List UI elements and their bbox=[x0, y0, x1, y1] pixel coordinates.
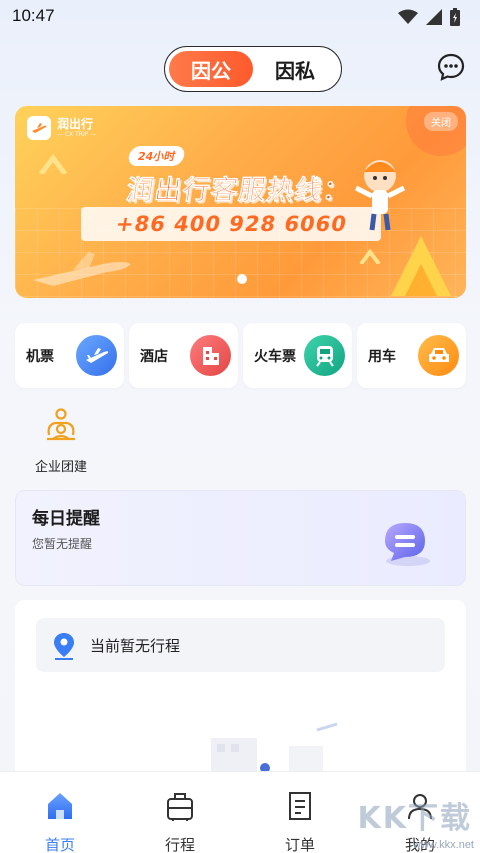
team-build-label: 企业团建 bbox=[34, 460, 87, 475]
nav-label: 订单 bbox=[284, 836, 315, 853]
watermark-logo: KK下载 bbox=[357, 801, 472, 836]
car-icon bbox=[418, 335, 459, 376]
chat-bubble-icon bbox=[385, 523, 430, 566]
luggage-icon bbox=[167, 793, 193, 821]
team-build-entry[interactable]: 企业团建 bbox=[28, 405, 94, 475]
mode-business-button[interactable]: 因公 bbox=[169, 51, 253, 87]
triangle-decoration bbox=[391, 236, 451, 296]
brand-plane-icon bbox=[27, 116, 51, 140]
home-icon bbox=[48, 793, 72, 819]
carousel-indicator[interactable] bbox=[237, 274, 247, 284]
no-trip-text: 当前暂无行程 bbox=[90, 637, 181, 655]
watermark-url: www.kkx.net bbox=[412, 839, 474, 851]
service-label: 火车票 bbox=[254, 349, 296, 365]
mode-personal-button[interactable]: 因私 bbox=[253, 51, 337, 87]
hotline-banner[interactable]: 润出行 — CX TRIP — 关闭 24小时 润出行客服热线： +86 400… bbox=[15, 106, 466, 298]
service-label: 机票 bbox=[26, 349, 54, 365]
brand-name: 润出行 bbox=[57, 117, 94, 131]
status-icons bbox=[398, 8, 460, 26]
mode-toggle[interactable]: 因公 因私 bbox=[164, 46, 342, 92]
hours-badge: 24小时 bbox=[126, 146, 187, 166]
battery-icon bbox=[450, 8, 460, 26]
mascot-icon bbox=[354, 160, 406, 231]
chevron-decoration-2 bbox=[359, 248, 381, 264]
service-train[interactable]: 火车票 bbox=[243, 323, 352, 388]
location-pin-icon bbox=[54, 633, 74, 660]
service-label: 酒店 bbox=[140, 349, 168, 365]
service-label: 用车 bbox=[368, 349, 396, 365]
nav-home[interactable]: 首页 bbox=[20, 790, 100, 853]
hotline-number: +86 400 928 6060 bbox=[113, 212, 349, 236]
reminder-text: 您暂无提醒 bbox=[32, 537, 93, 551]
daily-reminder-card[interactable]: 每日提醒 您暂无提醒 bbox=[15, 490, 466, 586]
reminder-title: 每日提醒 bbox=[32, 509, 100, 529]
brand-logo: 润出行 — CX TRIP — bbox=[27, 116, 96, 140]
status-time: 10:47 bbox=[12, 6, 55, 25]
trip-card: 当前暂无行程 bbox=[15, 600, 466, 800]
current-trip-row[interactable]: 当前暂无行程 bbox=[36, 618, 445, 672]
signal-icon bbox=[426, 9, 442, 25]
train-icon bbox=[304, 335, 345, 376]
nav-label: 首页 bbox=[44, 836, 75, 853]
wifi-icon bbox=[398, 9, 418, 24]
service-hotel[interactable]: 酒店 bbox=[129, 323, 238, 388]
team-icon bbox=[47, 408, 75, 441]
nav-trips[interactable]: 行程 bbox=[140, 790, 220, 853]
nav-label: 行程 bbox=[164, 836, 195, 853]
chat-icon[interactable] bbox=[436, 52, 466, 82]
document-icon bbox=[289, 792, 311, 820]
nav-orders[interactable]: 订单 bbox=[260, 790, 340, 853]
hotline-number-box: +86 400 928 6060 bbox=[81, 207, 381, 241]
hotline-title: 润出行客服热线： bbox=[124, 175, 353, 207]
plane-decoration-icon bbox=[33, 252, 131, 286]
service-car[interactable]: 用车 bbox=[357, 323, 466, 388]
airplane-icon bbox=[76, 335, 117, 376]
service-flight[interactable]: 机票 bbox=[15, 323, 124, 388]
banner-close-button[interactable]: 关闭 bbox=[424, 112, 458, 131]
brand-sub: — CX TRIP — bbox=[57, 131, 97, 138]
status-bar: 10:47 bbox=[0, 0, 480, 34]
chevron-decoration bbox=[39, 154, 67, 174]
hotel-icon bbox=[190, 335, 231, 376]
